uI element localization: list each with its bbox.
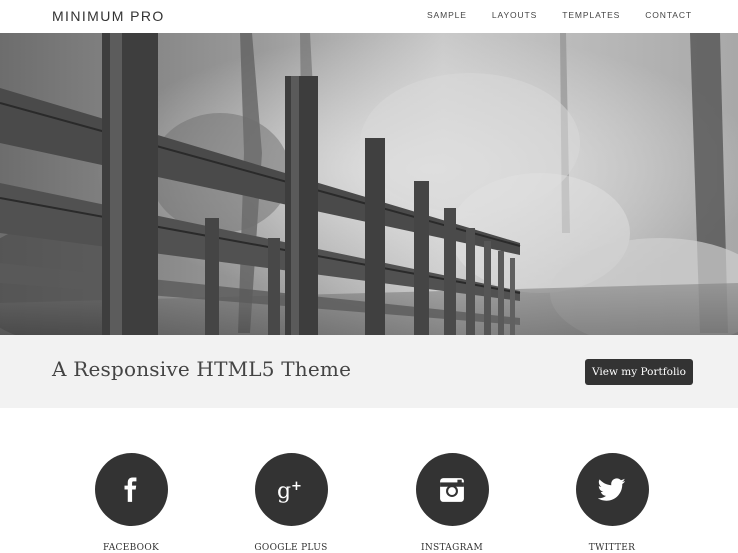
google-plus-circle[interactable]: g + [254,453,328,526]
site-header: MINIMUM PRO SAMPLE LAYOUTS TEMPLATES CON… [0,0,738,33]
primary-nav: SAMPLE LAYOUTS TEMPLATES CONTACT [402,10,692,20]
instagram-icon [440,477,464,502]
nav-item-contact[interactable]: CONTACT [645,10,692,20]
twitter-icon [598,477,626,501]
google-plus-label[interactable]: GOOGLE PLUS [241,543,341,553]
twitter-circle[interactable] [575,453,649,526]
nav-item-layouts[interactable]: LAYOUTS [492,10,537,20]
hero-photo [0,33,738,335]
facebook-icon [124,477,137,502]
svg-text:g: g [277,479,291,503]
google-plus-icon: g + [277,479,302,503]
site-title[interactable]: MINIMUM PRO [52,8,165,24]
social-links: FACEBOOK g + GOOGLE PLUS INSTAGRAM TWITT… [0,408,738,553]
instagram-circle[interactable] [415,453,489,526]
tagline-band: A Responsive HTML5 Theme View my Portfol… [0,335,738,408]
nav-item-templates[interactable]: TEMPLATES [562,10,620,20]
twitter-label[interactable]: TWITTER [562,543,662,553]
social-instagram[interactable]: INSTAGRAM [402,453,502,553]
social-twitter[interactable]: TWITTER [562,453,662,553]
view-portfolio-button[interactable]: View my Portfolio [585,359,693,385]
social-facebook[interactable]: FACEBOOK [81,453,181,553]
social-google-plus[interactable]: g + GOOGLE PLUS [241,453,341,553]
svg-text:+: + [291,479,302,494]
nav-item-sample[interactable]: SAMPLE [427,10,467,20]
facebook-circle[interactable] [94,453,168,526]
site-tagline: A Responsive HTML5 Theme [52,357,352,381]
instagram-label[interactable]: INSTAGRAM [402,543,502,553]
hero-image [0,33,738,335]
facebook-label[interactable]: FACEBOOK [81,543,181,553]
